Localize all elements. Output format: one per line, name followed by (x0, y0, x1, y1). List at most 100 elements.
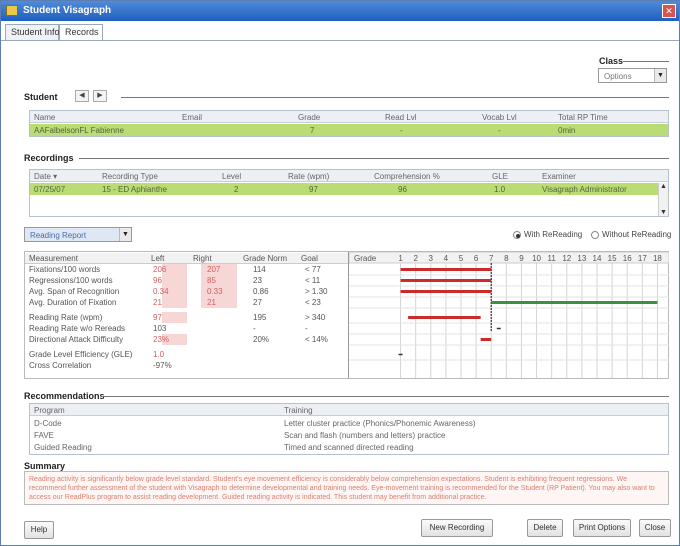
recommendation-row[interactable]: FAVE Scan and flash (numbers and letters… (30, 429, 668, 441)
grade-tick-label: 10 (532, 254, 541, 263)
measurement-row: Grade Level Efficiency (GLE) 1.0 (25, 349, 348, 360)
recommendation-row[interactable]: D-Code Letter cluster practice (Phonics/… (30, 417, 668, 429)
class-options-select[interactable]: Options ▼ (598, 68, 667, 83)
col-date[interactable]: Date ▾ (34, 172, 57, 181)
student-vocab-lvl: - (498, 126, 501, 135)
measurement-name: Directional Attack Difficulty (29, 335, 124, 344)
measurement-name: Reading Rate w/o Rereads (29, 324, 126, 333)
left-value: 96 (153, 276, 162, 285)
grade-tick-label: 8 (504, 254, 509, 263)
col-comprehension: Comprehension % (374, 172, 440, 181)
col-program: Program (34, 406, 65, 415)
student-row-selected[interactable]: AAFalbelsonFL Fabienne 7 - - 0min (30, 124, 668, 136)
grade-tick-label: 18 (653, 254, 662, 263)
measurement-row: Avg. Span of Recognition 0.34 0.33 0.86 > 1.… (25, 286, 348, 297)
visagraph-window: Student Visagraph ✕ Student Info Records… (0, 0, 680, 546)
left-value: 1.0 (153, 350, 165, 359)
right-value: 21 (207, 298, 216, 307)
student-name: AAFalbelsonFL Fabienne (34, 126, 124, 135)
scroll-down-icon[interactable]: ▼ (660, 209, 667, 216)
student-rule (121, 97, 669, 98)
tab-records[interactable]: Records (59, 24, 103, 40)
report-type-select[interactable]: Reading Report ▼ (24, 227, 132, 242)
class-label: Class (599, 56, 624, 66)
with-rereading-label[interactable]: With ReReading (524, 230, 582, 239)
grade-tick-label: 17 (638, 254, 647, 263)
grade-tick-label: 11 (548, 254, 557, 263)
help-button[interactable]: Help (24, 521, 54, 539)
goal-value: < 11 (305, 276, 321, 285)
col-rate: Rate (wpm) (288, 172, 330, 181)
previous-student-button[interactable]: ◀ (75, 90, 89, 102)
recordings-scrollbar[interactable]: ▲ ▼ (658, 183, 668, 216)
grade-norm-value: 195 (253, 313, 267, 322)
grade-tick-label: 12 (562, 254, 571, 263)
col-examiner: Examiner (542, 172, 576, 181)
grade-tick-label: 15 (608, 254, 617, 263)
grade-tick-label: 4 (444, 254, 449, 263)
recommendations-section-label: Recommendations (24, 391, 105, 401)
program-guided-reading: Guided Reading (34, 443, 92, 452)
without-rereading-label[interactable]: Without ReReading (602, 230, 671, 239)
delete-button[interactable]: Delete (527, 519, 563, 537)
goal-value: < 77 (305, 265, 321, 274)
new-recording-button[interactable]: New Recording (421, 519, 493, 537)
grade-norm-value: 27 (253, 298, 262, 307)
left-highlight (162, 275, 187, 286)
training-dcode: Letter cluster practice (Phonics/Phonemi… (284, 419, 476, 428)
scroll-up-icon[interactable]: ▲ (660, 183, 667, 190)
goal-value: - (305, 324, 308, 333)
right-value: 85 (207, 276, 216, 285)
student-read-lvl: - (400, 126, 403, 135)
grade-chart: Grade 1 2 3 4 5 6 7 8 9 10 11 12 13 14 15 16 17 18 (348, 251, 670, 378)
grade-norm-value: 23 (253, 276, 262, 285)
recommendations-rule (101, 396, 669, 397)
grade-norm-value: 0.86 (253, 287, 269, 296)
grade-tick-label: 7 (489, 254, 494, 263)
window-title: Student Visagraph (23, 5, 112, 16)
col-grade: Grade (298, 113, 321, 122)
next-student-button[interactable]: ▶ (93, 90, 107, 102)
grade-norm-value: - (253, 324, 256, 333)
col-right: Right (193, 254, 212, 263)
recommendation-row[interactable]: Guided Reading Timed and scanned directe… (30, 441, 668, 453)
program-fave: FAVE (34, 431, 54, 440)
recording-date: 07/25/07 (34, 185, 66, 194)
recommendations-header: Program Training (30, 404, 668, 416)
chevron-down-icon: ▼ (654, 69, 666, 82)
left-value: 0.34 (153, 287, 169, 296)
right-value: 0.33 (207, 287, 223, 296)
measurement-row: Fixations/100 words 206 207 114 < 77 (25, 264, 348, 275)
recordings-section-label: Recordings (24, 153, 74, 163)
with-rereading-radio[interactable] (513, 231, 521, 239)
without-rereading-radio[interactable] (591, 231, 599, 239)
close-window-icon[interactable]: ✕ (662, 4, 676, 18)
student-table-header: Name Email Grade Read Lvl Vocab Lvl Tota… (30, 111, 668, 123)
grade-tick-label: 14 (593, 254, 602, 263)
grade-tick-label: 2 (413, 254, 418, 263)
recording-comprehension: 96 (398, 185, 407, 194)
tab-student-info[interactable]: Student Info (5, 24, 60, 40)
summary-text: Reading activity is significantly below … (24, 471, 669, 505)
left-value: 206 (153, 265, 167, 274)
print-options-button[interactable]: Print Options (573, 519, 631, 537)
program-dcode: D-Code (34, 419, 62, 428)
recordings-rule (79, 158, 669, 159)
measurement-name: Avg. Duration of Fixation (29, 298, 117, 307)
training-guided-reading: Timed and scanned directed reading (284, 443, 414, 452)
grade-tick-label: 16 (623, 254, 632, 263)
measurement-row: Reading Rate w/o Rereads 103 - - (25, 323, 348, 334)
col-level: Level (222, 172, 242, 181)
col-name: Name (34, 113, 56, 122)
col-goal: Goal (301, 254, 318, 263)
student-grade: 7 (310, 126, 315, 135)
grade-tick-label: 9 (519, 254, 524, 263)
close-button[interactable]: Close (639, 519, 671, 537)
reading-report-panel: Measurement Left Right Grade Norm Goal F… (24, 251, 670, 379)
recording-row-selected[interactable]: 07/25/07 15 - ED Aphianthe 2 97 96 1.0 V… (30, 183, 658, 195)
measurement-row: Directional Attack Difficulty 23% 20% < 14% (25, 334, 348, 345)
goal-value: > 1.30 (305, 287, 328, 296)
measurement-name: Fixations/100 words (29, 265, 101, 274)
col-grade-norm: Grade Norm (243, 254, 288, 263)
measurement-row: Reading Rate (wpm) 97 195 > 340 (25, 312, 348, 323)
